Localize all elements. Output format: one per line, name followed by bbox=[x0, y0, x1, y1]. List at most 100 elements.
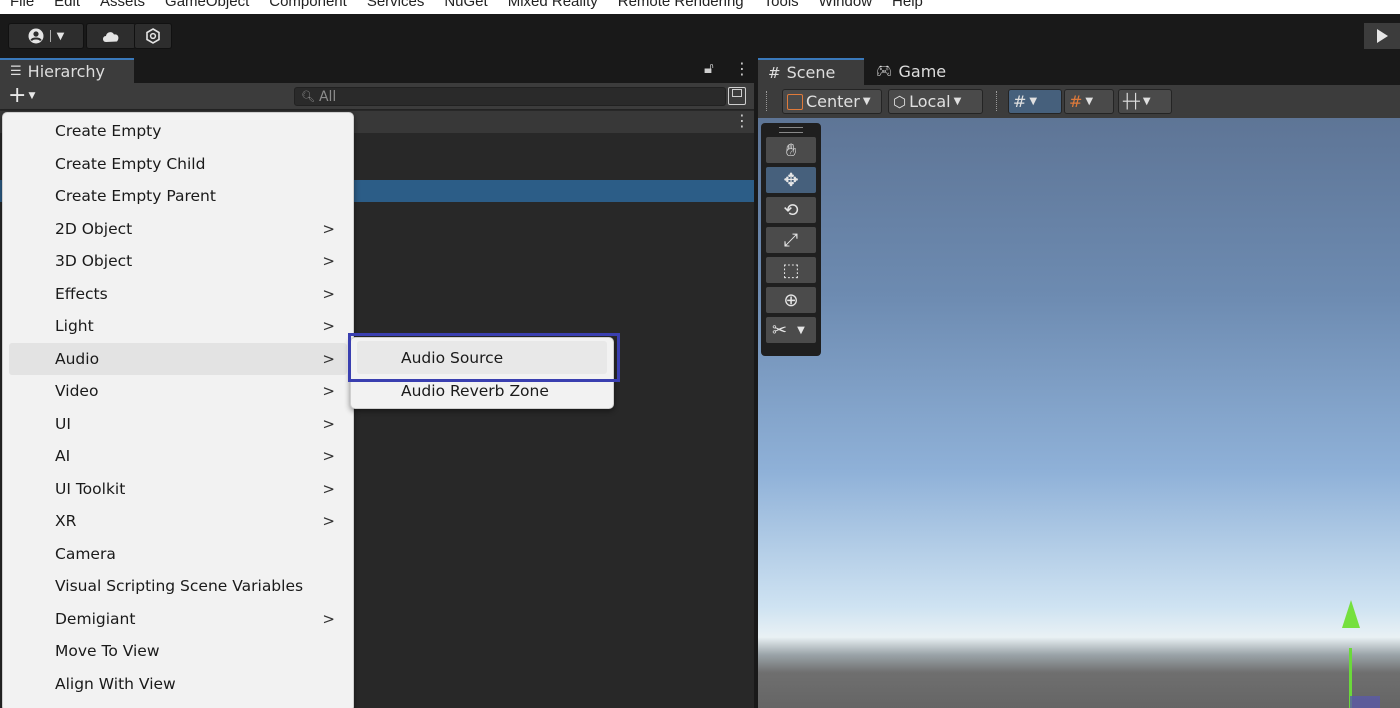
drag-handle[interactable] bbox=[766, 91, 768, 111]
chevron-down-icon: ▼ bbox=[56, 30, 65, 42]
menu-item-align-with-view[interactable]: Align With View bbox=[3, 668, 353, 701]
menu-item-label: Light bbox=[55, 317, 94, 336]
menu-item-effects[interactable]: Effects > bbox=[3, 278, 353, 311]
menu-item-label: Audio Reverb Zone bbox=[401, 381, 549, 400]
grid-snap-button[interactable]: # ▼ bbox=[1008, 89, 1062, 114]
menu-item-video[interactable]: Video > bbox=[3, 375, 353, 408]
menu-item-visual-scripting-scene-variables[interactable]: Visual Scripting Scene Variables bbox=[3, 570, 353, 603]
cloud-button[interactable] bbox=[86, 23, 136, 49]
ruler-icon: ┼┼ bbox=[1123, 93, 1140, 110]
menu-item-2d-object[interactable]: 2D Object > bbox=[3, 213, 353, 246]
menu-item-xr[interactable]: XR > bbox=[3, 505, 353, 538]
scale-tool-icon[interactable]: ⤢ bbox=[766, 227, 816, 253]
menu-item-label: Audio Source bbox=[401, 348, 504, 367]
y-axis-arrow-icon[interactable] bbox=[1342, 600, 1360, 628]
move-tool-icon[interactable]: ✥ bbox=[766, 167, 816, 193]
menu-item-create-empty-parent[interactable]: Create Empty Parent bbox=[3, 180, 353, 213]
menu-item-label: Demigiant bbox=[55, 609, 136, 628]
menu-gameobject[interactable]: GameObject bbox=[155, 0, 259, 10]
space-local-dropdown[interactable]: ⬡ Local ▼ bbox=[888, 89, 983, 114]
collab-button[interactable] bbox=[134, 23, 172, 49]
chevron-right-icon: > bbox=[322, 349, 335, 368]
increment-snap-button[interactable]: # ▼ bbox=[1064, 89, 1114, 114]
menu-item-label: Visual Scripting Scene Variables bbox=[55, 577, 304, 596]
menu-help[interactable]: Help bbox=[882, 0, 933, 10]
rect-tool-icon[interactable]: ⬚ bbox=[766, 257, 816, 283]
menu-item-label: Camera bbox=[55, 544, 116, 563]
grid-snap-icon: # bbox=[1013, 92, 1027, 111]
menu-assets[interactable]: Assets bbox=[90, 0, 155, 10]
cloud-icon bbox=[103, 32, 119, 42]
lock-icon[interactable]: 🔓︎ bbox=[704, 59, 714, 77]
custom-tool-icon[interactable]: ✂︎ ▼ bbox=[766, 317, 816, 343]
menu-item-label: Create Empty Parent bbox=[55, 187, 216, 206]
ruler-button[interactable]: ┼┼ ▼ bbox=[1118, 89, 1172, 114]
submenu-item-audio-source[interactable]: Audio Source bbox=[357, 341, 607, 374]
tab-hierarchy[interactable]: ☰ Hierarchy bbox=[0, 58, 134, 83]
menu-item-create-empty[interactable]: Create Empty bbox=[3, 115, 353, 148]
chevron-down-icon: ▼ bbox=[1085, 96, 1094, 107]
tab-label: Scene bbox=[786, 63, 836, 82]
scene-viewport[interactable]: ✋︎ ✥ ⟲ ⤢ ⬚ ⊕ ✂︎ ▼ bbox=[758, 118, 1400, 708]
menu-item-move-to-view[interactable]: Move To View bbox=[3, 635, 353, 668]
menu-item-label: XR bbox=[55, 512, 77, 531]
tool-palette: ✋︎ ✥ ⟲ ⤢ ⬚ ⊕ ✂︎ ▼ bbox=[761, 123, 821, 356]
pivot-center-dropdown[interactable]: Center ▼ bbox=[782, 89, 882, 114]
menu-component[interactable]: Component bbox=[259, 0, 357, 10]
chevron-down-icon: ▼ bbox=[28, 91, 36, 101]
menu-item-ui-toolkit[interactable]: UI Toolkit > bbox=[3, 473, 353, 506]
chevron-down-icon: ▼ bbox=[953, 96, 962, 107]
scene-tab-bar: # Scene 🎮︎ Game bbox=[758, 56, 1400, 85]
separator-bar bbox=[49, 30, 51, 42]
chevron-right-icon: > bbox=[322, 317, 335, 336]
add-button[interactable]: + ▼ bbox=[8, 84, 35, 108]
menu-file[interactable]: File bbox=[0, 0, 44, 10]
submenu-item-audio-reverb-zone[interactable]: Audio Reverb Zone bbox=[351, 374, 613, 407]
menu-nuget[interactable]: NuGet bbox=[434, 0, 497, 10]
menu-item-ui[interactable]: UI > bbox=[3, 408, 353, 441]
menu-item-demigiant[interactable]: Demigiant > bbox=[3, 603, 353, 636]
rotate-tool-icon[interactable]: ⟲ bbox=[766, 197, 816, 223]
menu-item-ai[interactable]: AI > bbox=[3, 440, 353, 473]
chevron-down-icon: ▼ bbox=[797, 324, 805, 336]
menu-item-create-empty-child[interactable]: Create Empty Child bbox=[3, 148, 353, 181]
scene-visibility-button[interactable] bbox=[728, 87, 746, 105]
create-context-menu: Create Empty Create Empty Child Create E… bbox=[2, 112, 354, 708]
list-icon: ☰ bbox=[10, 64, 22, 79]
xz-plane-handle[interactable] bbox=[1350, 696, 1380, 708]
window-icon bbox=[732, 89, 742, 97]
menu-mixed-reality[interactable]: Mixed Reality bbox=[498, 0, 608, 10]
account-dropdown[interactable]: ▼ bbox=[8, 23, 84, 49]
play-button[interactable] bbox=[1364, 23, 1400, 49]
menu-item-camera[interactable]: Camera bbox=[3, 538, 353, 571]
menu-item-label: Move To View bbox=[55, 642, 160, 661]
hierarchy-tab-bar: ☰ Hierarchy 🔓︎ ⋮ bbox=[0, 56, 754, 83]
chevron-right-icon: > bbox=[322, 479, 335, 498]
menu-item-3d-object[interactable]: 3D Object > bbox=[3, 245, 353, 278]
kebab-menu-icon[interactable]: ⋮ bbox=[734, 59, 750, 78]
tab-game[interactable]: 🎮︎ Game bbox=[866, 58, 956, 85]
hierarchy-search-input[interactable]: 🔍︎ All bbox=[294, 87, 726, 106]
chevron-down-icon: ▼ bbox=[1029, 96, 1038, 107]
menu-item-light[interactable]: Light > bbox=[3, 310, 353, 343]
main-toolbar: ▼ bbox=[0, 14, 1400, 56]
tab-label: Hierarchy bbox=[27, 62, 105, 81]
menu-remote-rendering[interactable]: Remote Rendering bbox=[608, 0, 754, 10]
kebab-menu-icon[interactable]: ⋮ bbox=[734, 111, 750, 130]
cube-icon: ⬡ bbox=[893, 92, 907, 111]
menu-tools[interactable]: Tools bbox=[754, 0, 809, 10]
tab-scene[interactable]: # Scene bbox=[758, 58, 864, 85]
menu-edit[interactable]: Edit bbox=[44, 0, 90, 10]
palette-drag-handle[interactable] bbox=[779, 127, 803, 133]
hand-tool-icon[interactable]: ✋︎ bbox=[766, 137, 816, 163]
menu-services[interactable]: Services bbox=[357, 0, 435, 10]
menu-item-audio[interactable]: Audio > bbox=[9, 342, 347, 375]
space-label: Local bbox=[909, 92, 951, 111]
menu-window[interactable]: Window bbox=[809, 0, 882, 10]
chevron-down-icon: ▼ bbox=[862, 96, 871, 107]
chevron-right-icon: > bbox=[322, 609, 335, 628]
menu-item-label: UI bbox=[55, 414, 71, 433]
chevron-right-icon: > bbox=[322, 252, 335, 271]
hierarchy-toolbar: + ▼ 🔍︎ All bbox=[0, 83, 754, 110]
transform-tool-icon[interactable]: ⊕ bbox=[766, 287, 816, 313]
